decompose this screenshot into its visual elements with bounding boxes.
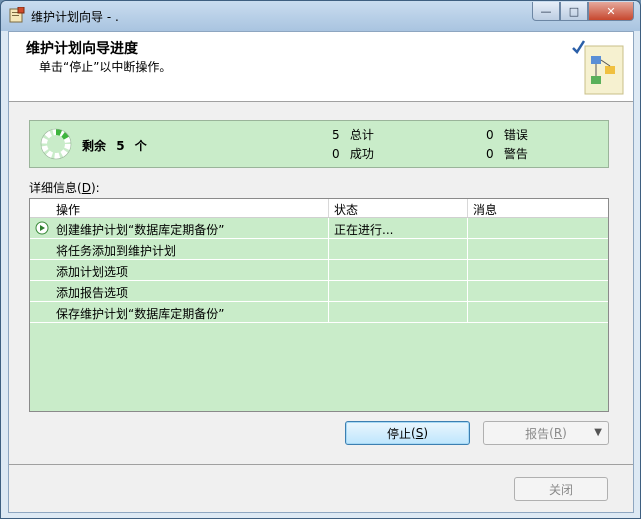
row-status: 正在进行...: [334, 223, 394, 237]
in-progress-arrow-icon: [35, 221, 49, 235]
wizard-window: 维护计划向导 - . — □ ✕ 维护计划向导进度 单击“停止”以中断操作。 剩…: [0, 0, 641, 519]
error-label: 错误: [503, 128, 528, 142]
wizard-header: 维护计划向导进度 单击“停止”以中断操作。: [9, 32, 633, 102]
remaining-unit: 个: [134, 139, 147, 153]
close-button-label: 关闭: [548, 482, 573, 497]
grid-header: 操作 状态 消息: [30, 199, 608, 218]
app-icon: [9, 7, 25, 23]
report-button-label: 报告: [525, 426, 550, 441]
row-action: 保存维护计划“数据库定期备份”: [56, 307, 225, 321]
error-count: 0: [486, 128, 494, 142]
maximize-icon: □: [568, 4, 580, 18]
page-title: 维护计划向导进度: [26, 41, 138, 57]
total-stat: 5 总计: [332, 126, 374, 143]
column-header-status[interactable]: 状态: [334, 201, 358, 218]
details-mnemonic: D: [81, 181, 91, 195]
success-label: 成功: [349, 147, 374, 161]
stop-button[interactable]: 停止(S): [345, 421, 470, 445]
details-label: 详细信息(D):: [29, 181, 100, 195]
stop-button-mnemonic: S: [415, 426, 424, 440]
title-bar[interactable]: 维护计划向导 - . — □ ✕: [1, 1, 640, 31]
success-stat: 0 成功: [332, 145, 374, 162]
table-row[interactable]: 添加报告选项: [30, 281, 608, 302]
stop-button-label: 停止: [386, 426, 411, 441]
wizard-client-area: 维护计划向导进度 单击“停止”以中断操作。 剩余 5 个 5 总计 0 成功 0…: [8, 31, 634, 513]
close-button[interactable]: 关闭: [514, 477, 608, 501]
report-dropdown-button[interactable]: 报告(R) ▼: [483, 421, 609, 445]
column-header-message[interactable]: 消息: [473, 201, 497, 218]
total-count: 5: [332, 128, 340, 142]
maximize-button[interactable]: □: [560, 2, 588, 21]
column-header-action[interactable]: 操作: [56, 201, 80, 218]
row-action: 添加计划选项: [56, 265, 129, 279]
details-label-text: 详细信息: [29, 181, 78, 195]
minimize-icon: —: [540, 4, 552, 18]
remaining-count-text: 剩余 5 个: [82, 137, 147, 154]
table-row[interactable]: 创建维护计划“数据库定期备份” 正在进行...: [30, 218, 608, 239]
row-action: 创建维护计划“数据库定期备份”: [56, 223, 225, 237]
report-button-mnemonic: R: [553, 426, 563, 440]
table-row[interactable]: 保存维护计划“数据库定期备份”: [30, 302, 608, 323]
page-subtitle: 单击“停止”以中断操作。: [39, 60, 172, 74]
wizard-graphic-icon: [572, 40, 624, 95]
progress-summary-panel: 剩余 5 个 5 总计 0 成功 0 错误 0 警告: [29, 120, 609, 168]
row-action: 将任务添加到维护计划: [56, 244, 177, 258]
close-window-button[interactable]: ✕: [588, 2, 634, 21]
close-icon: ✕: [606, 4, 616, 18]
total-label: 总计: [349, 128, 374, 142]
warning-count: 0: [486, 147, 494, 161]
warning-label: 警告: [503, 147, 528, 161]
row-action: 添加报告选项: [56, 286, 129, 300]
table-row[interactable]: 将任务添加到维护计划: [30, 239, 608, 260]
remaining-label: 剩余: [82, 139, 107, 153]
progress-spinner-icon: [40, 128, 72, 160]
table-row[interactable]: 添加计划选项: [30, 260, 608, 281]
warning-stat: 0 警告: [486, 145, 528, 162]
remaining-count: 5: [116, 139, 125, 153]
success-count: 0: [332, 147, 340, 161]
window-title: 维护计划向导 - .: [31, 10, 119, 24]
minimize-button[interactable]: —: [532, 2, 560, 21]
chevron-down-icon: ▼: [594, 427, 602, 438]
details-grid[interactable]: 操作 状态 消息 创建维护计划“数据库定期备份” 正在进行... 将任务添加到维…: [29, 198, 609, 412]
footer-divider: [9, 464, 633, 465]
error-stat: 0 错误: [486, 126, 528, 143]
